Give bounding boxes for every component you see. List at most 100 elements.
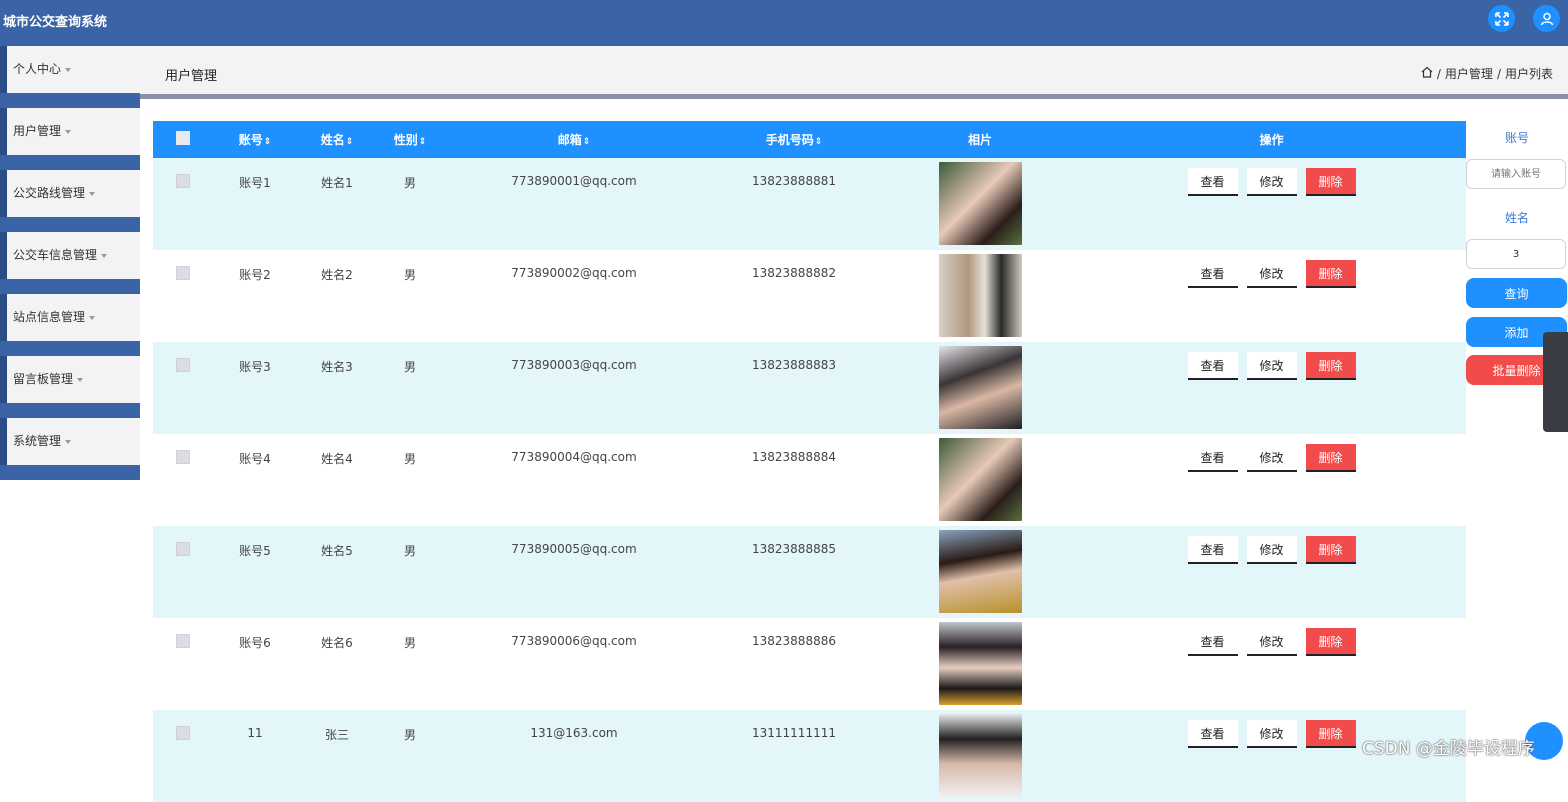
table-row: 账号1 姓名1 男 773890001@qq.com 13823888881 查…	[153, 158, 1466, 250]
delete-button[interactable]: 删除	[1305, 260, 1356, 288]
sidebar-item-user-management[interactable]: 用户管理	[0, 108, 140, 170]
sidebar-item-label: 站点信息管理	[13, 310, 86, 324]
name-search-input[interactable]	[1466, 239, 1566, 269]
column-header-email[interactable]: 邮箱⇕	[443, 121, 705, 158]
app-title: 城市公交查询系统	[3, 15, 108, 30]
delete-button[interactable]: 删除	[1305, 168, 1356, 196]
sidebar-item-bus-info[interactable]: 公交车信息管理	[0, 232, 140, 294]
cell-name: 姓名1	[297, 158, 377, 250]
delete-button[interactable]: 删除	[1305, 720, 1356, 748]
cell-phone: 13823888885	[705, 526, 883, 618]
row-checkbox[interactable]	[176, 634, 190, 648]
sidebar-item-label: 个人中心	[13, 62, 62, 76]
cell-account: 11	[213, 710, 297, 802]
select-all-checkbox[interactable]	[153, 121, 213, 158]
caret-down-icon	[101, 253, 108, 258]
sidebar-item-station-info[interactable]: 站点信息管理	[0, 294, 140, 356]
edit-button[interactable]: 修改	[1246, 720, 1297, 748]
table-row: 账号3 姓名3 男 773890003@qq.com 13823888883 查…	[153, 342, 1466, 434]
column-header-account[interactable]: 账号⇕	[213, 121, 297, 158]
breadcrumb-item-user-list: 用户列表	[1504, 67, 1553, 81]
user-photo	[938, 530, 1022, 613]
view-button[interactable]: 查看	[1187, 628, 1238, 656]
sidebar-item-label: 系统管理	[13, 434, 62, 448]
caret-down-icon	[65, 67, 72, 72]
sidebar-item-label: 留言板管理	[13, 372, 74, 386]
cell-name: 姓名3	[297, 342, 377, 434]
row-checkbox[interactable]	[176, 726, 190, 740]
edit-button[interactable]: 修改	[1246, 536, 1297, 564]
sidebar-item-personal-center[interactable]: 个人中心	[0, 46, 140, 108]
column-header-phone[interactable]: 手机号码⇕	[705, 121, 883, 158]
view-button[interactable]: 查看	[1187, 260, 1238, 288]
column-header-gender[interactable]: 性别⇕	[377, 121, 443, 158]
edit-button[interactable]: 修改	[1246, 352, 1297, 380]
cell-name: 姓名5	[297, 526, 377, 618]
user-photo	[938, 714, 1022, 797]
cell-email: 773890005@qq.com	[443, 526, 705, 618]
delete-button[interactable]: 删除	[1305, 536, 1356, 564]
view-button[interactable]: 查看	[1187, 444, 1238, 472]
row-checkbox[interactable]	[176, 542, 190, 556]
row-checkbox[interactable]	[176, 450, 190, 464]
account-search-input[interactable]	[1466, 159, 1566, 189]
sidebar-item-label: 用户管理	[13, 124, 62, 138]
cell-phone: 13823888882	[705, 250, 883, 342]
home-icon[interactable]	[1421, 66, 1433, 81]
table-header-row: 账号⇕ 姓名⇕ 性别⇕ 邮箱⇕ 手机号码⇕ 相片 操作	[153, 121, 1466, 158]
cell-phone: 13111111111	[705, 710, 883, 802]
user-photo	[938, 254, 1022, 337]
row-checkbox[interactable]	[176, 358, 190, 372]
cell-account: 账号1	[213, 158, 297, 250]
view-button[interactable]: 查看	[1187, 720, 1238, 748]
cell-account: 账号2	[213, 250, 297, 342]
cell-gender: 男	[377, 710, 443, 802]
delete-button[interactable]: 删除	[1305, 352, 1356, 380]
cell-gender: 男	[377, 434, 443, 526]
edit-button[interactable]: 修改	[1246, 168, 1297, 196]
edit-button[interactable]: 修改	[1246, 628, 1297, 656]
cell-phone: 13823888881	[705, 158, 883, 250]
fullscreen-icon[interactable]	[1488, 5, 1515, 32]
column-header-ops: 操作	[1077, 121, 1466, 158]
cell-email: 773890001@qq.com	[443, 158, 705, 250]
breadcrumb-item-user-management[interactable]: 用户管理	[1445, 65, 1493, 82]
cell-gender: 男	[377, 526, 443, 618]
edit-button[interactable]: 修改	[1246, 444, 1297, 472]
view-button[interactable]: 查看	[1187, 352, 1238, 380]
caret-down-icon	[89, 315, 96, 320]
cell-name: 张三	[297, 710, 377, 802]
view-button[interactable]: 查看	[1187, 168, 1238, 196]
delete-button[interactable]: 删除	[1305, 628, 1356, 656]
cell-gender: 男	[377, 342, 443, 434]
delete-button[interactable]: 删除	[1305, 444, 1356, 472]
sidebar-item-system[interactable]: 系统管理	[0, 418, 140, 480]
view-button[interactable]: 查看	[1187, 536, 1238, 564]
caret-down-icon	[65, 129, 72, 134]
query-button[interactable]: 查询	[1466, 278, 1567, 308]
sidebar-item-bus-route[interactable]: 公交路线管理	[0, 170, 140, 232]
user-table: 账号⇕ 姓名⇕ 性别⇕ 邮箱⇕ 手机号码⇕ 相片 操作 账号1 姓名1 男 77…	[153, 121, 1466, 802]
user-photo	[938, 346, 1022, 429]
cell-phone: 13823888883	[705, 342, 883, 434]
cell-gender: 男	[377, 158, 443, 250]
row-checkbox[interactable]	[176, 266, 190, 280]
sidebar-item-message-board[interactable]: 留言板管理	[0, 356, 140, 418]
page-title: 用户管理	[165, 69, 218, 84]
top-bar: 城市公交查询系统	[0, 0, 1568, 46]
cell-gender: 男	[377, 250, 443, 342]
user-photo	[938, 162, 1022, 245]
breadcrumb: / 用户管理 / 用户列表	[1421, 65, 1553, 82]
column-header-photo: 相片	[883, 121, 1077, 158]
user-photo	[938, 622, 1022, 705]
cell-account: 账号3	[213, 342, 297, 434]
divider	[140, 94, 1568, 99]
column-header-name[interactable]: 姓名⇕	[297, 121, 377, 158]
sidebar-item-label: 公交路线管理	[13, 186, 86, 200]
user-icon[interactable]	[1533, 5, 1560, 32]
row-checkbox[interactable]	[176, 174, 190, 188]
side-drawer-handle[interactable]	[1543, 332, 1568, 432]
watermark: CSDN @金陵毕设程序	[1362, 739, 1535, 759]
cell-email: 131@163.com	[443, 710, 705, 802]
edit-button[interactable]: 修改	[1246, 260, 1297, 288]
